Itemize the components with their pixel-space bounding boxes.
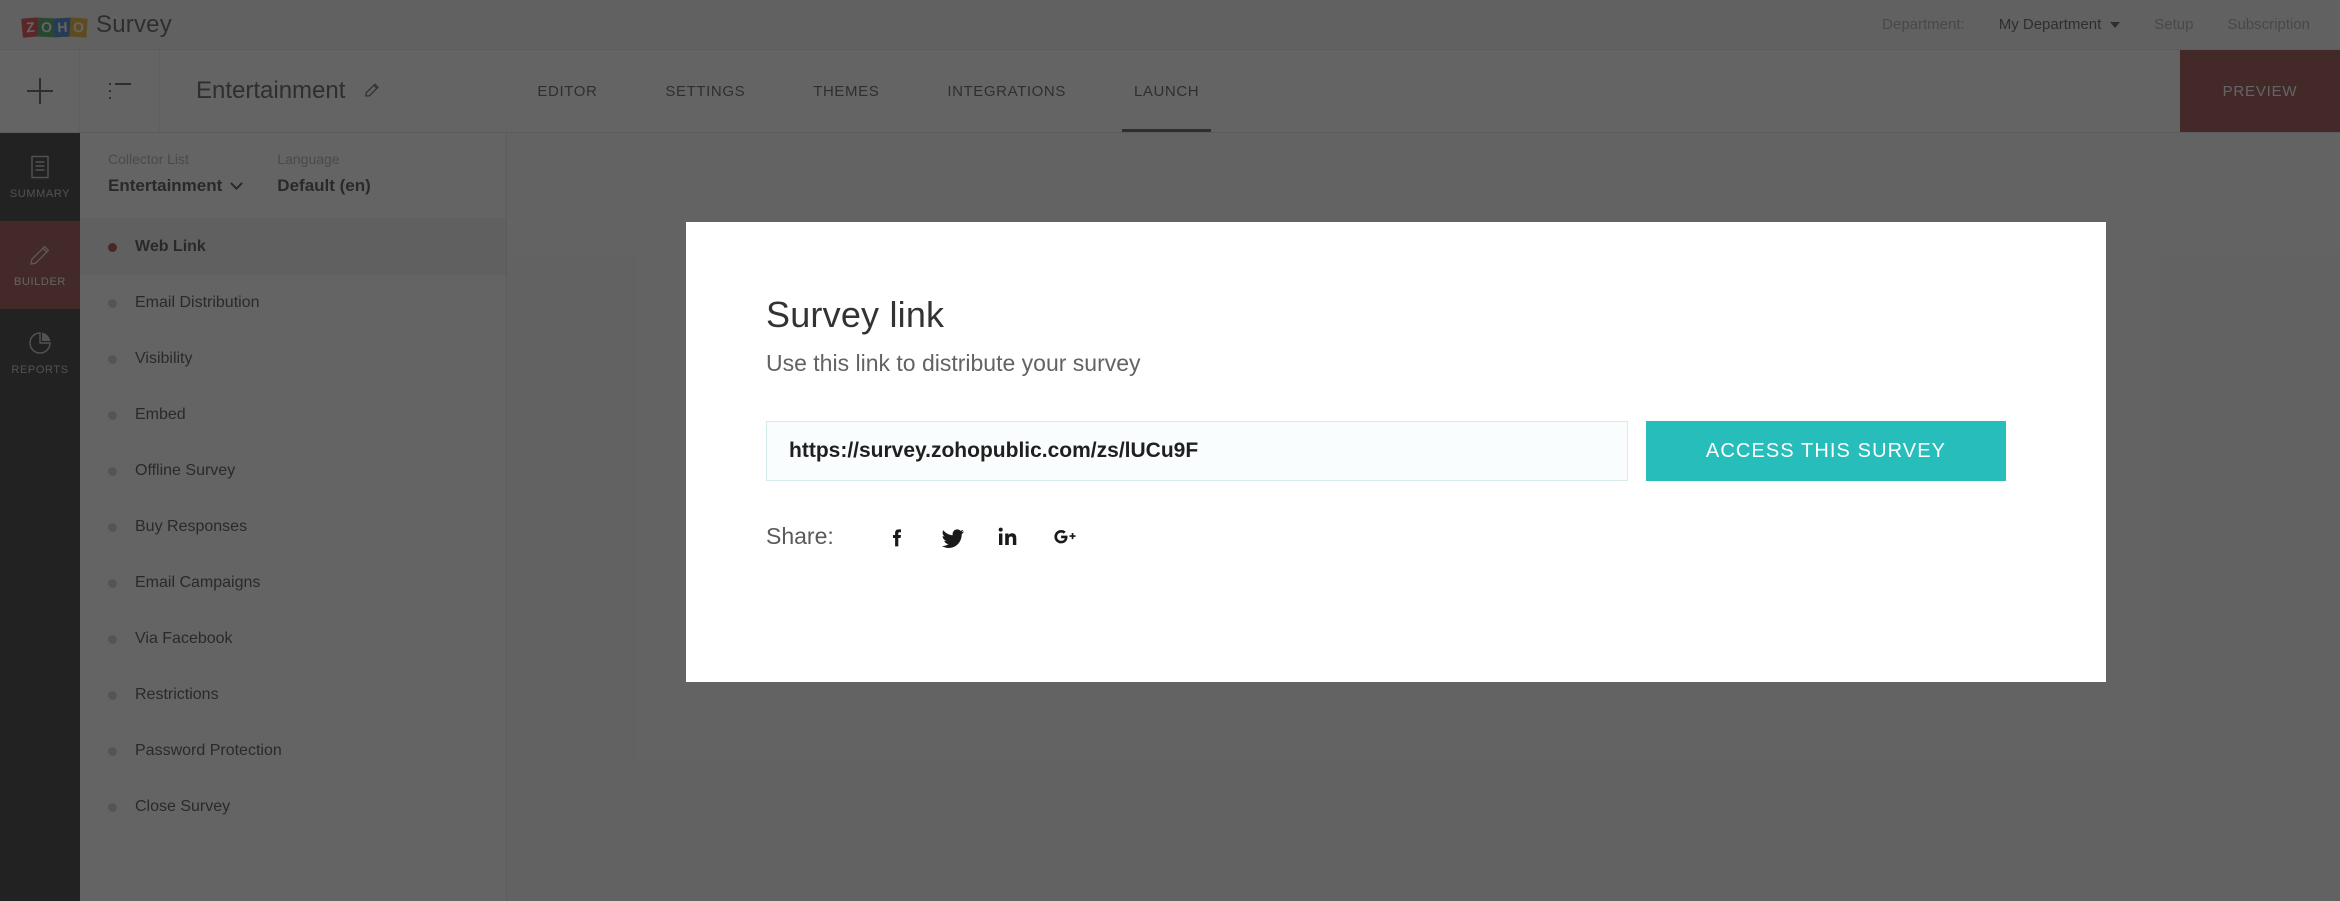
googleplus-icon[interactable] xyxy=(1052,524,1078,550)
twitter-icon[interactable] xyxy=(940,524,966,550)
share-label: Share: xyxy=(766,523,834,549)
access-survey-button-label: ACCESS THIS SURVEY xyxy=(1705,439,1947,462)
survey-link-row: ACCESS THIS SURVEY xyxy=(766,421,2106,481)
modal-subtitle: Use this link to distribute your survey xyxy=(766,350,1141,376)
linkedin-icon[interactable] xyxy=(996,524,1022,550)
share-row: Share: xyxy=(766,523,2106,550)
survey-link-modal: Survey link Use this link to distribute … xyxy=(686,222,2106,682)
modal-title: Survey link xyxy=(766,294,945,335)
survey-link-input[interactable] xyxy=(766,421,1628,481)
access-survey-button[interactable]: ACCESS THIS SURVEY xyxy=(1646,421,2006,481)
facebook-icon[interactable] xyxy=(884,524,910,550)
